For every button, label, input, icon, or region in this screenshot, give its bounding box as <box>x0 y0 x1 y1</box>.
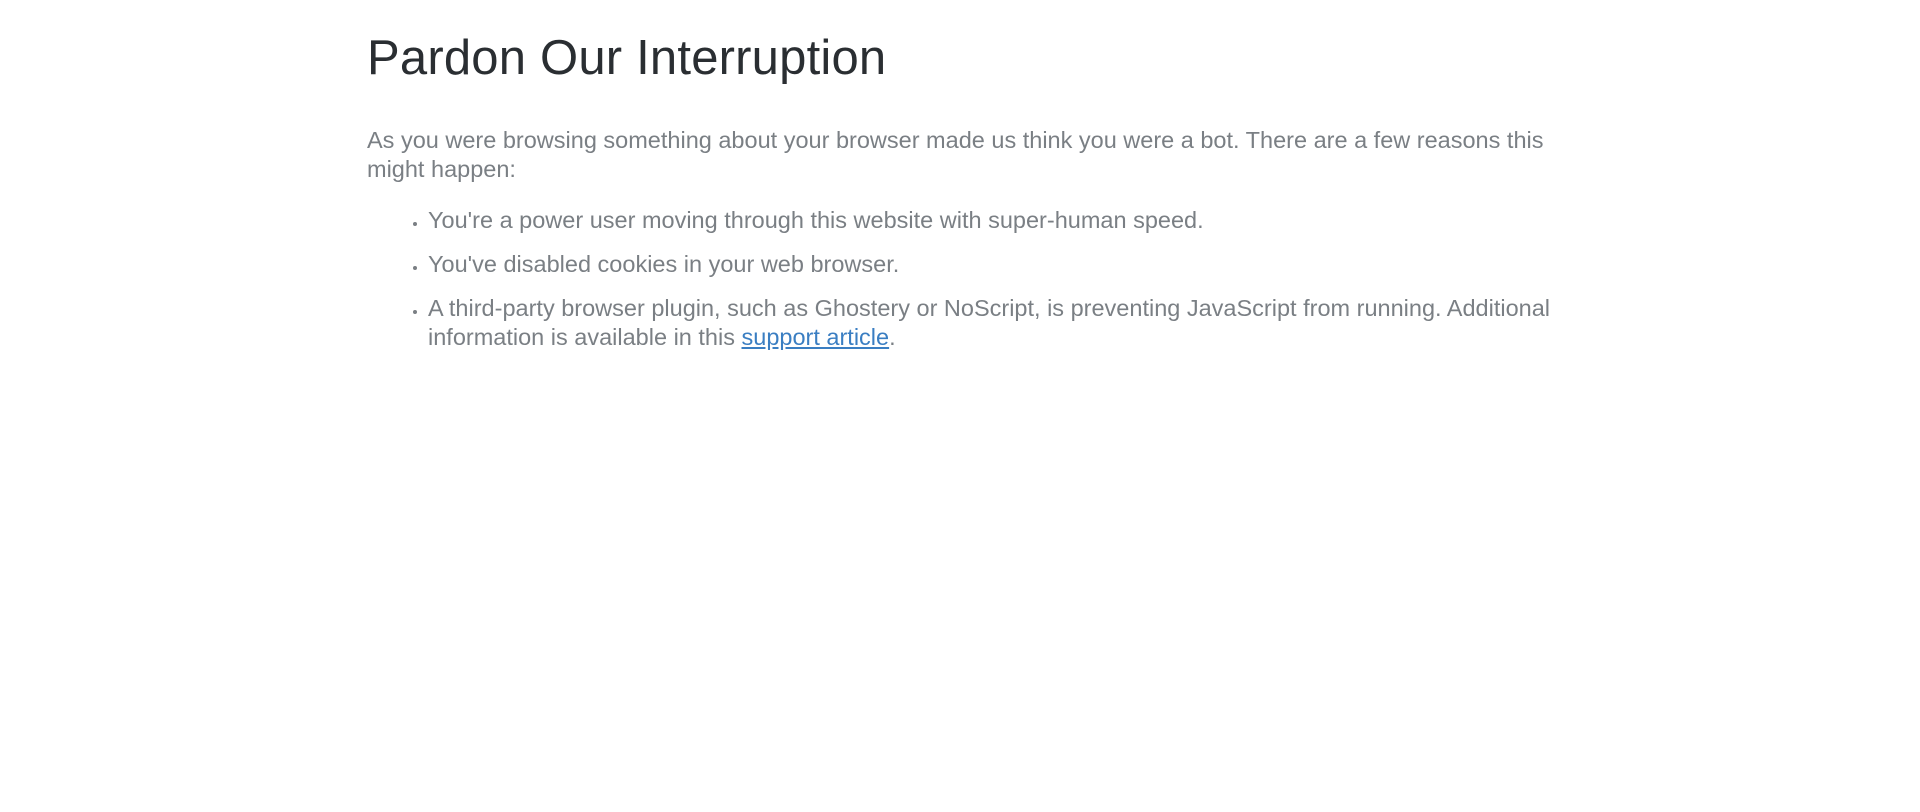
list-item: You've disabled cookies in your web brow… <box>428 250 1557 279</box>
list-item: A third-party browser plugin, such as Gh… <box>428 294 1557 352</box>
reason-text-power-user: You're a power user moving through this … <box>428 206 1204 233</box>
main-content: Pardon Our Interruption As you were brow… <box>367 0 1557 367</box>
intro-paragraph: As you were browsing something about you… <box>367 126 1544 182</box>
page-title: Pardon Our Interruption <box>367 31 887 85</box>
trailing-period: . <box>889 323 896 350</box>
reasons-list: You're a power user moving through this … <box>367 206 1557 352</box>
reason-text-plugin: A third-party browser plugin, such as Gh… <box>428 294 1550 350</box>
reason-text-cookies: You've disabled cookies in your web brow… <box>428 250 900 277</box>
list-item: You're a power user moving through this … <box>428 206 1557 235</box>
support-article-link[interactable]: support article <box>742 324 890 350</box>
